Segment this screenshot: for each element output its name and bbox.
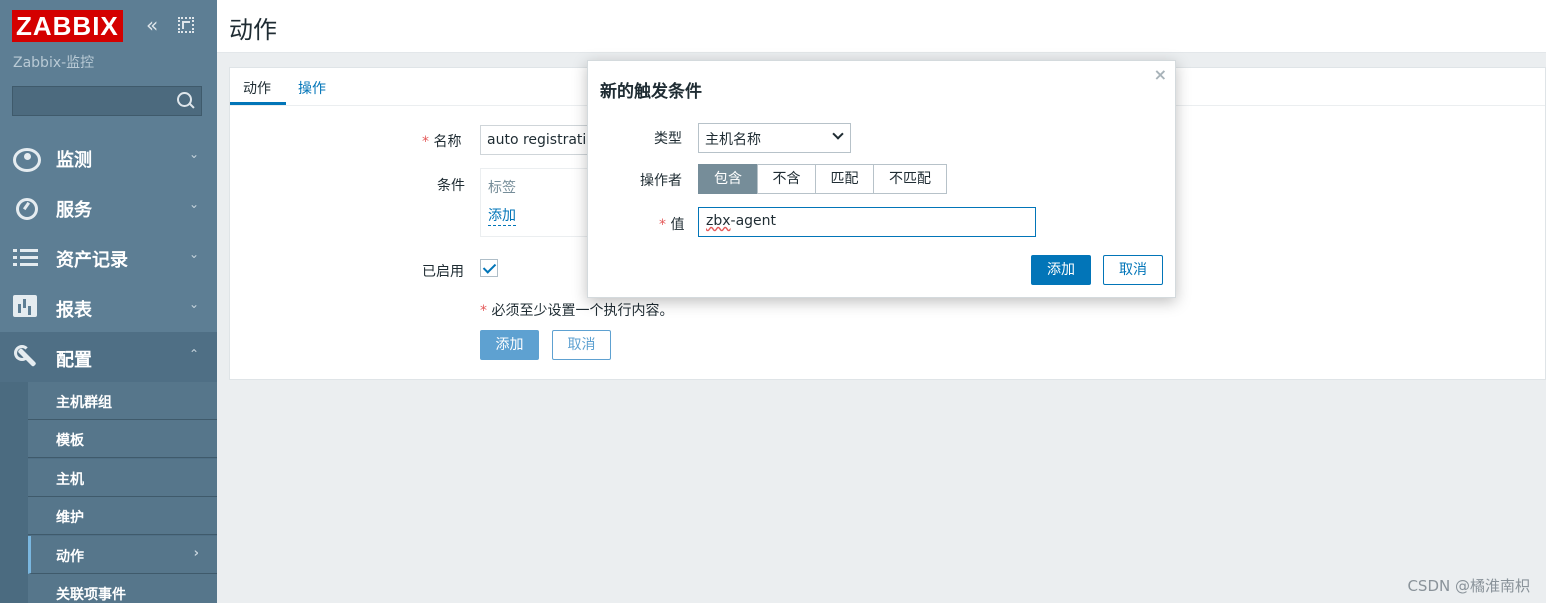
wrench-icon (13, 345, 41, 369)
name-label: * 名称 (422, 131, 461, 151)
chevron-down-icon: ⌄ (188, 197, 199, 211)
type-select-value: 主机名称 (705, 132, 761, 148)
operator-label: 操作者 (640, 173, 682, 189)
submenu-label: 主机 (56, 472, 84, 488)
required-mark: * (480, 303, 487, 319)
operator-radio-group: 包含 不含 匹配 不匹配 (698, 164, 947, 194)
menu-label: 服务 (56, 200, 92, 221)
submenu-item-templates[interactable]: 模板 (28, 420, 217, 458)
submenu-label: 动作 (56, 549, 84, 565)
add-action-button[interactable]: 添加 (480, 330, 539, 360)
kiosk-mode-icon[interactable] (178, 17, 194, 33)
menu-label: 监测 (56, 150, 92, 171)
required-mark: * (659, 217, 666, 233)
type-select[interactable]: 主机名称 (698, 123, 851, 153)
tab-action[interactable]: 动作 (243, 78, 271, 98)
sidebar: ZABBIX « Zabbix-监控 监测 ⌄ 服务 ⌄ 资产记录 ⌄ 报表 ⌄… (0, 0, 217, 603)
page-header (217, 0, 1546, 53)
submenu-label: 主机群组 (56, 395, 112, 411)
chevron-down-icon: ⌄ (188, 147, 199, 161)
value-label-text: 值 (670, 217, 685, 233)
submenu-label: 维护 (56, 510, 84, 526)
sidebar-header: ZABBIX « Zabbix-监控 (0, 0, 217, 125)
chevron-down-icon: ⌄ (188, 297, 199, 311)
chevron-down-icon (832, 128, 844, 140)
submenu-label: 模板 (56, 433, 84, 449)
watermark: CSDN @橘淮南枳 (1407, 577, 1530, 595)
submenu-item-actions[interactable]: 动作 › (28, 536, 217, 574)
list-icon (13, 245, 41, 269)
tab-operations[interactable]: 操作 (298, 78, 326, 98)
submenu-indent (0, 382, 28, 603)
submenu-item-host-groups[interactable]: 主机群组 (28, 382, 217, 420)
conditions-add-link[interactable]: 添加 (488, 205, 516, 226)
operator-not-contains[interactable]: 不含 (757, 164, 816, 194)
menu-label: 资产记录 (56, 250, 128, 271)
collapse-sidebar-icon[interactable]: « (146, 15, 166, 35)
page-title: 动作 (229, 16, 277, 44)
menu-item-services[interactable]: 服务 ⌄ (0, 182, 217, 232)
operator-contains[interactable]: 包含 (698, 164, 758, 194)
cancel-action-button[interactable]: 取消 (552, 330, 611, 360)
chevron-right-icon: › (193, 546, 199, 561)
value-label: * 值 (659, 214, 684, 234)
conditions-box: 标签 添加 (480, 168, 588, 237)
name-input[interactable]: auto registratio (480, 125, 590, 155)
chevron-down-icon: ⌄ (188, 247, 199, 261)
dialog-cancel-button[interactable]: 取消 (1103, 255, 1163, 285)
menu-item-monitoring[interactable]: 监测 ⌄ (0, 132, 217, 182)
conditions-header-label: 标签 (488, 180, 516, 196)
submenu-item-hosts[interactable]: 主机 (28, 459, 217, 497)
bar-chart-icon (13, 295, 37, 317)
required-mark: * (422, 134, 429, 150)
submenu-label: 关联项事件 (56, 587, 126, 603)
submenu-item-maintenance[interactable]: 维护 (28, 497, 217, 535)
required-note-text: 必须至少设置一个执行内容。 (491, 303, 674, 319)
dialog-add-button[interactable]: 添加 (1031, 255, 1091, 285)
enabled-checkbox[interactable] (480, 259, 498, 277)
dialog-title: 新的触发条件 (600, 82, 702, 102)
operator-matches[interactable]: 匹配 (815, 164, 874, 194)
operator-not-matches[interactable]: 不匹配 (873, 164, 947, 194)
server-name: Zabbix-监控 (13, 55, 95, 71)
close-icon[interactable]: × (1154, 65, 1167, 84)
name-label-text: 名称 (433, 134, 462, 150)
menu-item-reports[interactable]: 报表 ⌄ (0, 282, 217, 332)
value-input[interactable]: zbx-agent (698, 207, 1036, 237)
enabled-label: 已启用 (422, 264, 464, 280)
submenu-item-event-correlation[interactable]: 关联项事件 (28, 574, 217, 603)
chevron-up-icon: ⌃ (188, 347, 199, 361)
value-text-prefix: zbx (706, 213, 731, 229)
value-text-suffix: -agent (730, 213, 777, 229)
stopwatch-icon (13, 195, 41, 220)
menu-item-inventory[interactable]: 资产记录 ⌄ (0, 232, 217, 282)
zabbix-logo[interactable]: ZABBIX (12, 10, 123, 42)
active-tab-indicator (230, 102, 286, 105)
menu-label: 配置 (56, 350, 92, 371)
new-condition-dialog: 新的触发条件 × 类型 主机名称 操作者 包含 不含 匹配 不匹配 * 值 zb… (587, 60, 1176, 298)
required-note: * 必须至少设置一个执行内容。 (480, 300, 673, 320)
conditions-label: 条件 (437, 178, 465, 194)
eye-icon (13, 148, 41, 172)
type-label: 类型 (654, 131, 682, 147)
menu-label: 报表 (56, 300, 92, 321)
search-icon[interactable] (177, 92, 195, 110)
menu-item-configuration[interactable]: 配置 ⌃ (0, 332, 217, 382)
sidebar-search-input[interactable] (12, 86, 202, 116)
